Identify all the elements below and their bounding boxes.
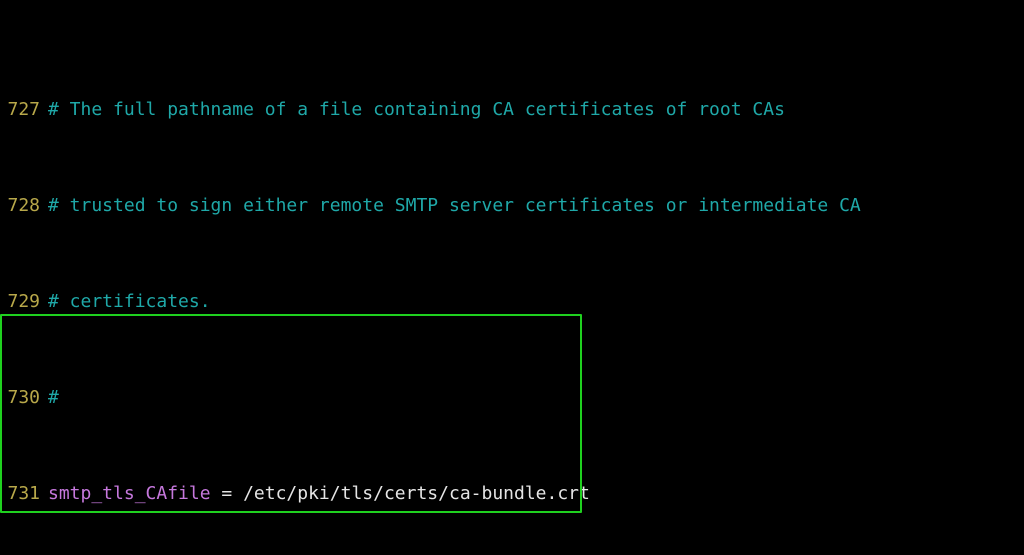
line-number: 729 — [0, 290, 40, 314]
comment-text: # — [48, 386, 59, 410]
code-line: 731 smtp_tls_CAfile = /etc/pki/tls/certs… — [0, 482, 1024, 506]
comment-text: # certificates. — [48, 290, 211, 314]
code-line: 730 # — [0, 386, 1024, 410]
equals-op: = — [211, 482, 244, 506]
comment-text: # The full pathname of a file containing… — [48, 98, 785, 122]
line-number: 730 — [0, 386, 40, 410]
comment-text: # trusted to sign either remote SMTP ser… — [48, 194, 861, 218]
line-number: 731 — [0, 482, 40, 506]
config-value: /etc/pki/tls/certs/ca-bundle.crt — [243, 482, 590, 506]
line-number: 728 — [0, 194, 40, 218]
code-line: 729 # certificates. — [0, 290, 1024, 314]
code-line: 728 # trusted to sign either remote SMTP… — [0, 194, 1024, 218]
config-key: smtp_tls_CAfile — [48, 482, 211, 506]
code-editor[interactable]: 727 # The full pathname of a file contai… — [0, 0, 1024, 555]
code-line: 727 # The full pathname of a file contai… — [0, 98, 1024, 122]
line-number: 727 — [0, 98, 40, 122]
